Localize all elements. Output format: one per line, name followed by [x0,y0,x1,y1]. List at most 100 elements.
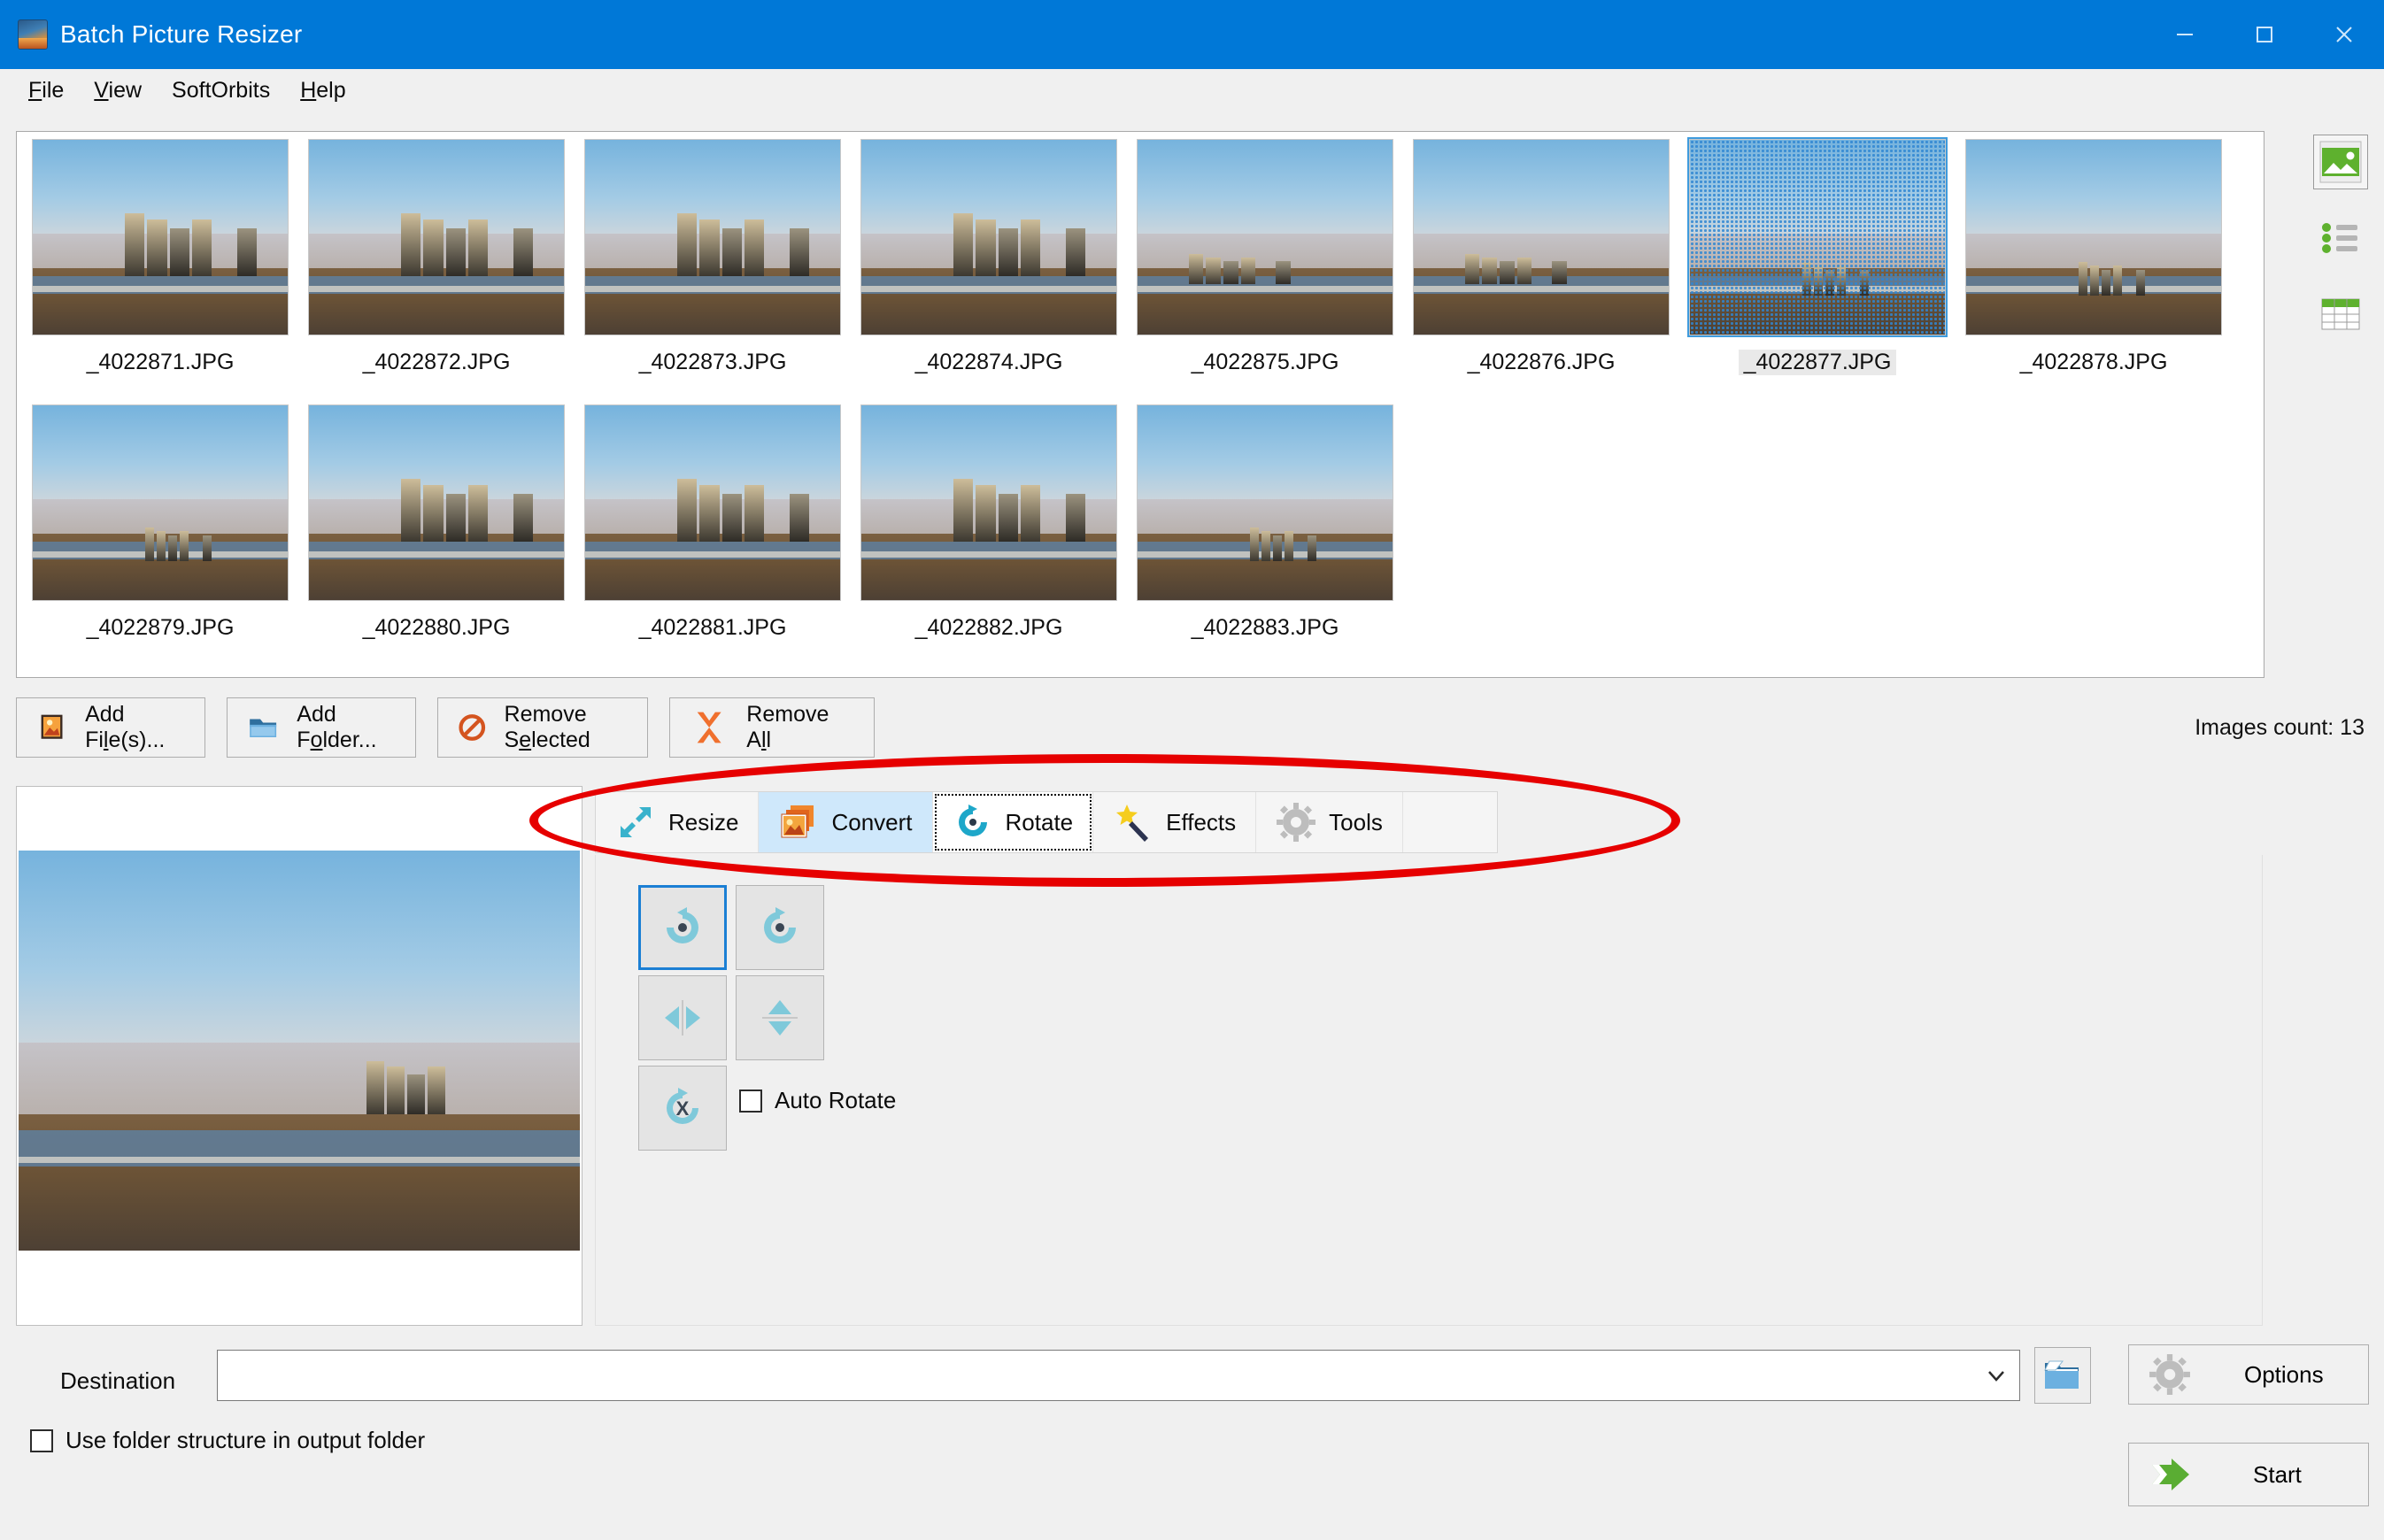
thumbnail-image[interactable] [32,139,289,335]
thumbnail-image[interactable] [1137,404,1393,601]
thumbnail-view-button[interactable] [2313,135,2368,189]
rotate-right-button[interactable] [736,885,824,970]
thumbnail-grid: _4022871.JPG _4022872.JPG _4022873.JPG _402… [17,132,2264,670]
thumbnail-image[interactable] [308,139,565,335]
menu-view[interactable]: View [81,74,154,107]
thumbnail-filename: _4022874.JPG [914,350,1063,374]
start-button[interactable]: Start [2128,1443,2369,1506]
auto-rotate-box[interactable] [739,1089,762,1113]
minimize-button[interactable] [2145,0,2225,69]
add-folder-button[interactable]: Add Folder... [227,697,416,758]
thumbnail-image[interactable] [1965,139,2222,335]
images-count-label: Images count: 13 [2195,715,2365,740]
thumbnail-image[interactable] [1137,139,1393,335]
thumbnail-item[interactable]: _4022872.JPG [298,139,575,404]
chevron-down-icon[interactable] [1973,1351,2019,1400]
thumbnail-pane[interactable]: _4022871.JPG _4022872.JPG _4022873.JPG _402… [16,131,2264,678]
destination-label: Destination [60,1367,176,1394]
thumbnail-item[interactable]: _4022874.JPG [851,139,1127,404]
thumbnail-image[interactable] [860,139,1117,335]
details-view-button[interactable] [2313,287,2368,342]
tab-rotate-label: Rotate [1005,808,1074,835]
rotate-left-button[interactable] [638,885,727,970]
tab-convert[interactable]: Convert [759,792,933,852]
thumbnail-filename: _4022878.JPG [2019,350,2168,374]
file-action-row: Add File(s)... Add Folder... Remove Sele… [16,697,875,758]
use-folder-structure-checkbox[interactable]: Use folder structure in output folder [30,1427,425,1454]
thumbnail-image[interactable] [1687,137,1948,337]
thumbnail-item[interactable]: _4022875.JPG [1127,139,1403,404]
thumbnail-filename: _4022876.JPG [1467,350,1616,374]
thumbnail-item[interactable]: _4022879.JPG [22,404,298,670]
tab-resize[interactable]: Resize [596,792,760,852]
thumbnail-filename: _4022871.JPG [86,350,235,374]
thumbnail-filename: _4022880.JPG [362,615,511,640]
tab-convert-label: Convert [831,808,913,835]
app-icon [18,19,48,50]
options-button[interactable]: Options [2128,1344,2369,1405]
menu-softorbits[interactable]: SoftOrbits [159,74,282,107]
window-controls [2145,0,2384,69]
window-title: Batch Picture Resizer [60,20,303,48]
use-folder-structure-box[interactable] [30,1428,53,1452]
menu-file[interactable]: File [16,74,76,107]
menu-bar: File View SoftOrbits Help [0,69,2384,112]
thumbnail-item[interactable]: _4022880.JPG [298,404,575,670]
menu-file-label: ile [42,77,65,103]
tab-effects[interactable]: Effects [1093,792,1257,852]
menu-view-label: iew [108,77,143,103]
tab-resize-label: Resize [668,808,739,835]
thumbnail-item[interactable]: _4022883.JPG [1127,404,1403,670]
auto-rotate-label: Auto Rotate [775,1087,897,1113]
remove-all-button[interactable]: Remove All [669,697,875,758]
tab-tools[interactable]: Tools [1256,792,1403,852]
thumbnail-filename: _4022882.JPG [914,615,1063,640]
thumbnail-image[interactable] [584,139,841,335]
flip-horizontal-button[interactable] [638,975,727,1060]
thumbnail-image[interactable] [308,404,565,601]
tab-rotate[interactable]: Rotate [932,792,1094,852]
thumbnail-filename: _4022875.JPG [1191,350,1339,374]
menu-help[interactable]: Help [288,74,358,107]
close-button[interactable] [2304,0,2384,69]
thumbnail-image[interactable] [860,404,1117,601]
thumbnail-image[interactable] [1413,139,1670,335]
menu-help-label: elp [316,77,346,103]
thumbnail-item[interactable]: _4022877.JPG [1679,137,1956,404]
options-label: Options [2244,1360,2324,1388]
thumbnail-item[interactable]: _4022876.JPG [1403,139,1679,404]
destination-combobox[interactable] [217,1350,2020,1401]
thumbnail-filename: _4022873.JPG [638,350,787,374]
auto-rotate-checkbox[interactable]: Auto Rotate [739,1087,896,1114]
no-rotation-button[interactable]: X [638,1066,727,1151]
use-folder-structure-label: Use folder structure in output folder [66,1427,426,1453]
maximize-button[interactable] [2225,0,2304,69]
remove-selected-button[interactable]: Remove Selected [437,697,648,758]
flip-vertical-button[interactable] [736,975,824,1060]
thumbnail-image[interactable] [32,404,289,601]
tab-tools-label: Tools [1329,808,1383,835]
thumbnail-item[interactable]: _4022878.JPG [1956,139,2232,404]
thumbnail-item[interactable]: _4022873.JPG [575,139,851,404]
thumbnail-image[interactable] [584,404,841,601]
thumbnail-item[interactable]: _4022871.JPG [22,139,298,404]
add-files-button[interactable]: Add File(s)... [16,697,205,758]
operation-tabs: Resize Convert Rotate Effects Tools [595,791,1498,853]
add-folder-label: Add Folder... [297,702,377,752]
destination-input[interactable] [218,1351,1973,1400]
browse-folder-button[interactable] [2034,1347,2091,1404]
tab-effects-label: Effects [1166,808,1237,835]
image-preview-panel [16,786,582,1326]
thumbnail-filename: _4022881.JPG [638,615,787,640]
view-mode-rail [2310,135,2372,342]
list-view-button[interactable] [2313,211,2368,266]
thumbnail-item[interactable]: _4022882.JPG [851,404,1127,670]
title-bar: Batch Picture Resizer [0,0,2384,69]
add-files-label: Add File(s)... [85,702,166,752]
thumbnail-filename: _4022877.JPG [1738,350,1897,375]
thumbnail-filename: _4022879.JPG [86,615,235,640]
rotate-options-panel: X Auto Rotate [595,855,2263,1326]
start-label: Start [2253,1460,2302,1488]
menu-softorbits-label: SoftOrbits [172,77,271,103]
thumbnail-item[interactable]: _4022881.JPG [575,404,851,670]
